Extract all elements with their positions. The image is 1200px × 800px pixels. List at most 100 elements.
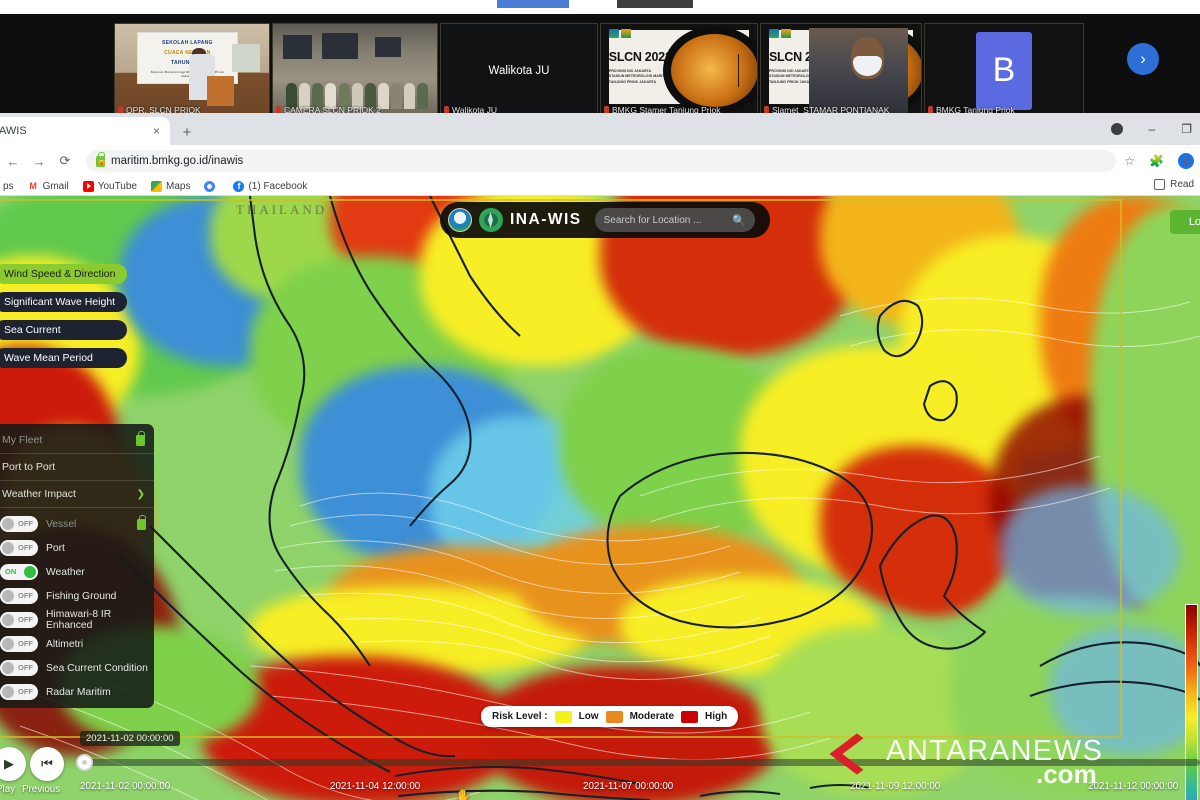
layer-toggle-himawari-8-ir-enhanced[interactable]: OFF Himawari-8 IR Enhanced — [0, 608, 154, 632]
facebook-icon: f — [233, 180, 245, 192]
minimize-button[interactable]: – — [1149, 122, 1156, 136]
toggle-knob — [2, 686, 14, 698]
browser-tab[interactable]: INAWIS × — [0, 117, 170, 145]
toggle-switch[interactable]: OFF — [0, 636, 38, 652]
avatar: B — [976, 31, 1032, 110]
bookmark-item[interactable]: ps — [0, 181, 14, 192]
bookmark-item[interactable]: M Gmail — [27, 180, 69, 192]
bookmark-item[interactable]: Maps — [150, 180, 191, 192]
layer-chip-wave-mean-period[interactable]: Wave Mean Period — [0, 348, 128, 368]
timeline-control: ▶ Play ⏮ Previous 2021-11-02 00:00:00 20… — [0, 727, 1200, 800]
menu-item-label: Port to Port — [2, 461, 56, 473]
chevron-right-icon[interactable]: ❯ — [137, 489, 145, 500]
participant-tile[interactable]: SEKOLAH LAPANG CUACA NELAYAN TAHUN 2021 … — [114, 23, 270, 113]
bookmark-label: Maps — [165, 180, 191, 192]
bookmark-star-icon[interactable]: ☆ — [1124, 154, 1135, 168]
legend-label-moderate: Moderate — [629, 711, 675, 722]
projector-screen — [232, 44, 260, 73]
layer-chip-label: Wind Speed & Direction — [4, 268, 116, 280]
slide-photo — [663, 25, 757, 113]
previous-button[interactable]: ⏮ — [30, 747, 64, 781]
toggle-state-label: OFF — [18, 614, 33, 624]
toggle-state-label: OFF — [18, 518, 33, 528]
tile-label-bar: Slamet_STAMAR PONTIANAK — [761, 102, 921, 113]
side-menu-panel: My Fleet Port to Port Weather Impact ❯ O… — [0, 424, 154, 708]
profile-avatar[interactable]: B — [1178, 153, 1194, 169]
bookmark-item[interactable]: f (1) Facebook — [233, 180, 307, 192]
update-dot-icon[interactable] — [1110, 123, 1123, 135]
reading-list-button[interactable]: Read — [1154, 179, 1194, 190]
layer-toggle-weather[interactable]: ON Weather — [0, 560, 154, 584]
toggle-switch[interactable]: OFF — [0, 588, 38, 604]
timeline-tick-labels: 2021-11-02 00:00:00 2021-11-04 12:00:00 … — [0, 781, 1200, 797]
bookmark-item[interactable]: YouTube — [82, 180, 137, 192]
participant-webcam — [809, 27, 909, 113]
address-bar[interactable]: 🔒 maritim.bmkg.go.id/inawis — [86, 150, 1117, 172]
reading-list-icon — [1154, 179, 1166, 190]
participant-tile[interactable]: SLCN 202 PROVINSI DKI JAKARTA STASIUN ME… — [760, 23, 922, 113]
layer-chip-sea-current[interactable]: Sea Current — [0, 320, 128, 340]
toggle-knob — [2, 518, 14, 530]
toggle-state-label: OFF — [18, 590, 33, 600]
layer-chip-significant-wave-height[interactable]: Significant Wave Height — [0, 292, 128, 312]
toggle-knob — [2, 542, 14, 554]
maximize-button[interactable]: ❐ — [1181, 122, 1192, 136]
participant-tile[interactable]: CAMERA SLCN PRIOK 2 — [272, 23, 438, 113]
participant-name: Slamet_STAMAR PONTIANAK — [772, 104, 890, 114]
url-text: maritim.bmkg.go.id/inawis — [111, 155, 244, 167]
play-button[interactable]: ▶ — [0, 747, 26, 781]
participant-name: CAMERA SLCN PRIOK 2 — [284, 104, 381, 114]
forward-icon[interactable]: → — [26, 154, 52, 169]
bookmarks-bar: ps M Gmail YouTube Maps f (1) Facebook R… — [0, 177, 1200, 196]
close-icon[interactable]: × — [153, 124, 160, 138]
login-button[interactable]: Log — [1170, 210, 1200, 234]
layer-toggle-list: OFF Vessel OFF Port ON Weather OFF Fishi… — [0, 508, 154, 704]
toggle-switch[interactable]: OFF — [0, 516, 38, 532]
layer-toggle-label: Altimetri — [46, 638, 84, 650]
layer-chip-wind-speed-direction[interactable]: Wind Speed & Direction — [0, 264, 128, 284]
layer-toggle-label: Fishing Ground — [46, 590, 117, 602]
lock-icon — [137, 514, 146, 530]
layer-toggle-port[interactable]: OFF Port — [0, 536, 154, 560]
tile-label-bar: BMKG Tanjung Priok — [925, 102, 1083, 113]
slide-logos — [769, 28, 791, 38]
legend-title: Risk Level : — [492, 711, 548, 722]
bookmark-item[interactable] — [204, 180, 219, 192]
toggle-switch[interactable]: OFF — [0, 540, 38, 556]
slide-subtitle: PROVINSI DKI JAKARTA STASIUN METEOROLOGI… — [608, 68, 669, 84]
extensions-icon[interactable]: 🧩 — [1149, 154, 1164, 168]
timeline-track[interactable] — [80, 759, 1200, 766]
participant-tile[interactable]: Walikota JU Walikota JU — [440, 23, 598, 113]
menu-item-my-fleet[interactable]: My Fleet — [0, 427, 154, 454]
toggle-switch[interactable]: OFF — [0, 684, 38, 700]
timeline-handle[interactable] — [76, 754, 93, 771]
next-participants-area[interactable]: › — [1086, 23, 1200, 113]
search-icon[interactable]: 🔍 — [732, 214, 746, 227]
back-icon[interactable]: ← — [0, 154, 26, 169]
search-input[interactable]: Search for Location ... 🔍 — [594, 208, 755, 232]
new-tab-button[interactable]: + — [176, 121, 198, 143]
layer-toggle-fishing-ground[interactable]: OFF Fishing Ground — [0, 584, 154, 608]
toggle-switch[interactable]: ON — [0, 564, 38, 580]
legend-swatch-low — [554, 710, 572, 723]
participant-tile[interactable]: SLCN 2021 PROVINSI DKI JAKARTA STASIUN M… — [600, 23, 758, 113]
maps-icon — [150, 180, 162, 192]
browser-chrome: INAWIS × + – ❐ ← → ⟳ 🔒 maritim.bmkg.go.i… — [0, 113, 1200, 196]
layer-toggle-vessel[interactable]: OFF Vessel — [0, 512, 154, 536]
layer-toggle-altimetri[interactable]: OFF Altimetri — [0, 632, 154, 656]
reload-icon[interactable]: ⟳ — [52, 153, 78, 169]
layer-toggle-radar-maritim[interactable]: OFF Radar Maritim — [0, 680, 154, 704]
layer-chip-label: Sea Current — [4, 324, 61, 336]
toggle-switch[interactable]: OFF — [0, 612, 38, 628]
layer-toggle-sea-current-condition[interactable]: OFF Sea Current Condition — [0, 656, 154, 680]
reading-list-label: Read — [1170, 179, 1194, 190]
menu-item-port-to-port[interactable]: Port to Port — [0, 454, 154, 481]
toggle-switch[interactable]: OFF — [0, 660, 38, 676]
forecast-domain-bounding-box — [0, 199, 1122, 738]
youtube-icon — [82, 180, 94, 192]
participant-tile[interactable]: B BMKG Tanjung Priok — [924, 23, 1084, 113]
chevron-right-icon[interactable]: › — [1127, 43, 1159, 76]
search-placeholder: Search for Location ... — [603, 214, 702, 226]
menu-item-weather-impact[interactable]: Weather Impact ❯ — [0, 481, 154, 508]
app-title: INA-WIS — [510, 211, 582, 228]
